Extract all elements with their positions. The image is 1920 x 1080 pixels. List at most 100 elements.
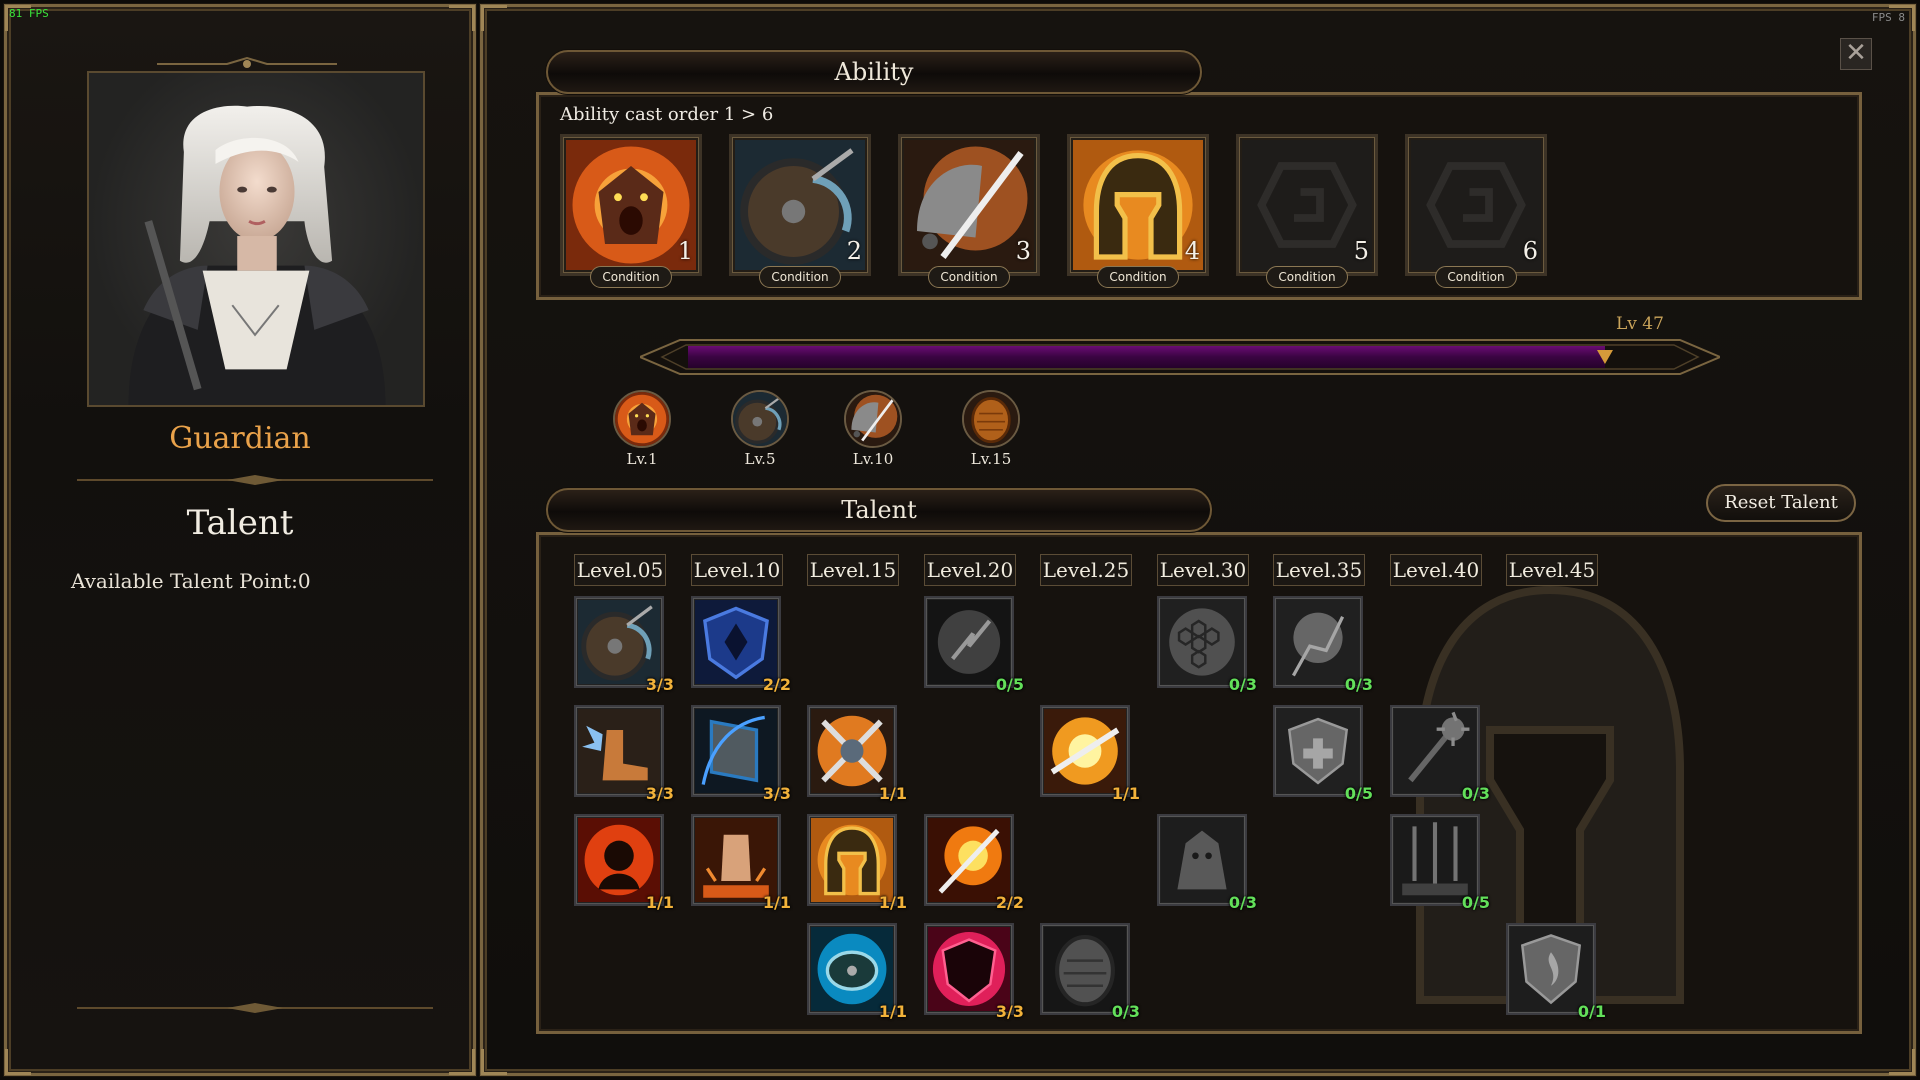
talent-rank: 3/3 [995,1002,1024,1021]
talent-node[interactable]: 1/1 [807,705,907,803]
talent-rank: 0/5 [1344,784,1373,803]
helm-strike-icon [846,392,900,446]
frame-corner [481,1049,507,1075]
talent-node[interactable]: 1/1 [574,814,674,912]
ability-slot-4[interactable]: 4 [1067,134,1209,276]
talent-rank: 1/1 [878,893,907,912]
character-portrait [87,71,425,407]
talent-node[interactable]: 1/1 [807,814,907,912]
level-label: Level.15 [807,554,899,586]
talent-rank: 0/3 [1228,675,1257,694]
talent-node[interactable]: 0/5 [924,596,1024,694]
ability-slot-6[interactable]: 6 [1405,134,1547,276]
divider [77,475,433,485]
blue-shield-icon [695,600,777,684]
close-button[interactable]: ✕ [1840,38,1872,70]
talent-node[interactable]: 1/1 [691,814,791,912]
milestone-lv15[interactable] [962,390,1020,448]
talent-rank: 0/1 [1577,1002,1606,1021]
milestone-lv1[interactable] [613,390,671,448]
ground-punch-icon [695,818,777,902]
reset-talent-button[interactable]: Reset Talent [1706,484,1856,522]
frame-corner [449,5,475,31]
divider [77,1003,433,1013]
condition-button[interactable]: Condition [759,266,841,288]
roaring-warrior-icon [566,140,696,270]
talent-node[interactable]: 2/2 [924,814,1024,912]
level-label: Level.25 [1040,554,1132,586]
ability-slot-5[interactable]: 5 [1236,134,1378,276]
winged-boot-icon [578,709,660,793]
talent-rank: 1/1 [645,893,674,912]
golden-helmet-icon [811,818,893,902]
talent-node[interactable]: 0/1 [1506,923,1606,1021]
talent-header: Talent [546,488,1212,532]
talent-node[interactable]: 0/3 [1390,705,1490,803]
ability-slot-3[interactable]: 3 [898,134,1040,276]
condition-button[interactable]: Condition [1266,266,1348,288]
talent-node[interactable]: 1/1 [1040,705,1140,803]
talent-node[interactable]: 0/5 [1273,705,1373,803]
ability-slot-2[interactable]: 2 [729,134,871,276]
milestone-label: Lv.1 [626,450,658,468]
talent-node[interactable]: 0/3 [1157,814,1257,912]
talent-node[interactable]: 0/3 [1157,596,1257,694]
talent-node[interactable]: 2/2 [691,596,791,694]
talent-rank: 1/1 [878,1002,907,1021]
talent-node[interactable]: 0/5 [1390,814,1490,912]
talent-heading: Talent [186,503,294,543]
heal-shield-icon [1277,709,1359,793]
talent-rank: 1/1 [1111,784,1140,803]
talent-rank: 3/3 [645,675,674,694]
talent-rank: 0/3 [1111,1002,1140,1021]
wooden-shield-icon [964,392,1018,446]
hex-armor-icon [1161,600,1243,684]
condition-button[interactable]: Condition [1435,266,1517,288]
xp-bar-fill [688,346,1605,368]
xp-bar [640,339,1720,375]
flaming-sword-icon [928,818,1010,902]
milestone-label: Lv.10 [852,450,894,468]
fire-shield-icon [1510,927,1592,1011]
talent-node[interactable]: 3/3 [924,923,1024,1021]
talent-rank: 0/5 [995,675,1024,694]
frame-corner [481,5,507,31]
shield-bash-icon [578,600,660,684]
talent-node[interactable]: 0/3 [1040,923,1140,1021]
available-talent-points: Available Talent Point:0 [71,569,311,593]
wooden-shield-icon [1044,927,1126,1011]
talent-header-text: Talent [841,496,917,524]
milestone-lv10[interactable] [844,390,902,448]
helm-strike-icon [904,140,1034,270]
sword-burst-icon [1044,709,1126,793]
vortex-shield-icon [811,927,893,1011]
talent-node[interactable]: 3/3 [691,705,791,803]
level-indicator: Lv 47 [1616,314,1664,334]
condition-button[interactable]: Condition [928,266,1010,288]
talent-node[interactable]: 1/1 [807,923,907,1021]
level-label: Level.35 [1273,554,1365,586]
talent-node[interactable]: 3/3 [574,596,674,694]
shield-bash-icon [733,392,787,446]
talent-rank: 1/1 [878,784,907,803]
talent-node[interactable]: 0/3 [1273,596,1373,694]
class-name: Guardian [169,421,311,456]
talent-rank: 0/3 [1344,675,1373,694]
condition-button[interactable]: Condition [590,266,672,288]
talent-rank: 1/1 [762,893,791,912]
tower-shield-icon [695,709,777,793]
ability-slot-number: 1 [677,237,693,265]
level-label: Level.05 [574,554,666,586]
condition-button[interactable]: Condition [1097,266,1179,288]
ability-slot-number: 4 [1184,237,1200,265]
level-label: Level.45 [1506,554,1598,586]
sword-rain-icon [1394,818,1476,902]
frame-corner [1889,1049,1915,1075]
milestone-lv5[interactable] [731,390,789,448]
close-icon: ✕ [1845,38,1867,68]
talent-node[interactable]: 3/3 [574,705,674,803]
ability-slot-1[interactable]: 1 [560,134,702,276]
empty-slot-icon [1411,140,1541,270]
frame-corner [449,1049,475,1075]
ability-slot-number: 6 [1522,237,1538,265]
